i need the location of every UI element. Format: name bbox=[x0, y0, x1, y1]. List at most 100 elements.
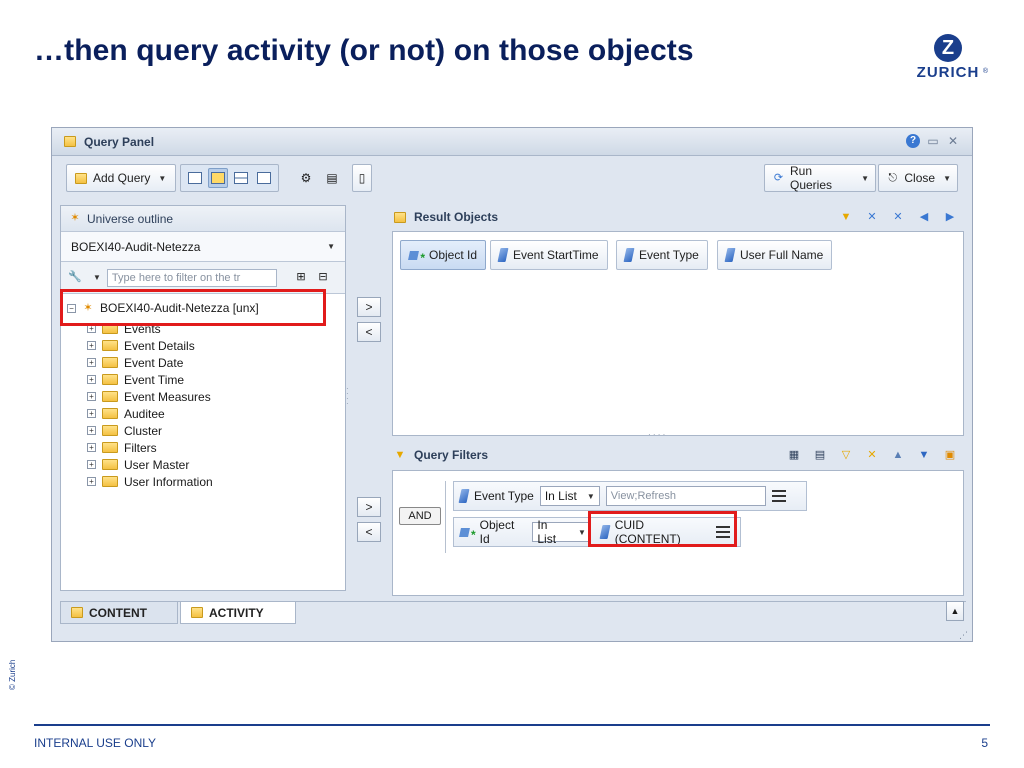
folder-icon bbox=[102, 357, 118, 368]
folder-label: User Master bbox=[124, 457, 190, 472]
universe-outline-header: ✶ Universe outline bbox=[61, 206, 345, 232]
result-object-chip[interactable]: User Full Name bbox=[717, 240, 833, 270]
tree-folder-event-details[interactable]: + Event Details bbox=[61, 337, 345, 354]
query-tab-icon bbox=[191, 607, 203, 618]
add-query-button[interactable]: Add Query ▼ bbox=[66, 164, 176, 192]
view-script-icon[interactable]: ▤ bbox=[322, 168, 342, 188]
query-filters-header: ▼ Query Filters ▦ ▤ ▽ ✕ ▲ ▼ ▣ bbox=[392, 443, 964, 467]
scroll-right-icon[interactable]: ▶ bbox=[942, 209, 958, 225]
add-result-object-button[interactable]: > bbox=[357, 297, 381, 317]
outline-filter-input[interactable]: Type here to filter on the tr bbox=[106, 268, 277, 287]
tree-folder-event-time[interactable]: + Event Time bbox=[61, 371, 345, 388]
help-icon[interactable]: ? bbox=[906, 134, 920, 148]
ranking-icon[interactable]: ▽ bbox=[838, 447, 854, 463]
move-up-icon[interactable]: ▲ bbox=[890, 447, 906, 463]
footer-rule bbox=[34, 724, 990, 726]
remove-all-icon[interactable]: ✕ bbox=[890, 209, 906, 225]
remove-result-object-button[interactable]: < bbox=[357, 322, 381, 342]
resize-grip-icon[interactable]: ⋰ bbox=[959, 631, 968, 640]
query-properties-icon[interactable]: ⚙ bbox=[296, 168, 316, 188]
outline-view-icon[interactable] bbox=[185, 168, 205, 188]
expand-icon[interactable]: + bbox=[87, 460, 96, 469]
result-objects-title: Result Objects bbox=[414, 210, 499, 224]
tree-folder-cluster[interactable]: + Cluster bbox=[61, 422, 345, 439]
expand-all-icon[interactable]: ⊞ bbox=[293, 270, 309, 286]
expand-icon[interactable]: + bbox=[87, 443, 96, 452]
folder-label: User Information bbox=[124, 474, 213, 489]
key-dimension-icon bbox=[460, 526, 476, 542]
filter-options-icon[interactable]: ▣ bbox=[942, 447, 958, 463]
query-tab-icon bbox=[71, 607, 83, 618]
add-filter-icon[interactable]: ▼ bbox=[838, 209, 854, 225]
query-panel-header: Query Panel ? ▭ ✕ bbox=[52, 128, 972, 156]
result-objects-area: Object Id Event StartTime Event Type Use… bbox=[392, 231, 964, 436]
folder-label: Event Details bbox=[124, 338, 195, 353]
add-filter-button[interactable]: > bbox=[357, 497, 381, 517]
close-icon[interactable]: ✕ bbox=[946, 134, 960, 148]
grid-view-icon[interactable] bbox=[231, 168, 251, 188]
remove-filter-icon[interactable]: ✕ bbox=[864, 447, 880, 463]
filter-view-icon[interactable] bbox=[208, 168, 228, 188]
move-down-icon[interactable]: ▼ bbox=[916, 447, 932, 463]
tab-activity[interactable]: ACTIVITY bbox=[180, 602, 296, 624]
expand-icon[interactable]: + bbox=[87, 426, 96, 435]
tree-folder-event-measures[interactable]: + Event Measures bbox=[61, 388, 345, 405]
filter-value-input[interactable]: View;Refresh bbox=[605, 486, 766, 506]
query-filters-title: Query Filters bbox=[414, 448, 489, 462]
data-preview-icon[interactable] bbox=[254, 168, 274, 188]
dimension-icon bbox=[458, 489, 470, 503]
tree-folder-user-information[interactable]: + User Information bbox=[61, 473, 345, 490]
predefined-filter-icon[interactable]: ▦ bbox=[786, 447, 802, 463]
tab-content[interactable]: CONTENT bbox=[60, 602, 178, 624]
result-object-chip[interactable]: Event Type bbox=[616, 240, 708, 270]
close-panel-icon: ⎋ bbox=[888, 171, 898, 184]
expand-icon[interactable]: + bbox=[87, 358, 96, 367]
folder-icon bbox=[102, 340, 118, 351]
filter-operator-value: In List bbox=[544, 489, 577, 503]
folder-label: Event Time bbox=[124, 372, 185, 387]
zurich-logo-text: ZURICH bbox=[916, 64, 980, 81]
maximize-icon[interactable]: ▭ bbox=[926, 134, 940, 148]
folder-icon bbox=[102, 391, 118, 402]
wrench-icon[interactable]: 🔧 bbox=[67, 270, 83, 286]
expand-icon[interactable]: + bbox=[87, 341, 96, 350]
result-object-label: Event Type bbox=[639, 248, 699, 262]
tree-folder-auditee[interactable]: + Auditee bbox=[61, 405, 345, 422]
expand-icon[interactable]: + bbox=[87, 409, 96, 418]
chevron-down-icon[interactable]: ▼ bbox=[93, 273, 101, 282]
tree-folder-event-date[interactable]: + Event Date bbox=[61, 354, 345, 371]
result-object-label: Event StartTime bbox=[513, 248, 599, 262]
collapse-all-icon[interactable]: ⊟ bbox=[315, 270, 331, 286]
run-queries-label: Run Queries bbox=[789, 164, 833, 192]
tab-label: CONTENT bbox=[89, 605, 147, 620]
expand-icon[interactable]: + bbox=[87, 375, 96, 384]
close-query-button[interactable]: ⎋ Close ▼ bbox=[878, 164, 958, 192]
expand-icon[interactable]: + bbox=[87, 477, 96, 486]
expand-icon[interactable]: + bbox=[87, 392, 96, 401]
query-panel-title: Query Panel bbox=[84, 134, 155, 149]
sql-button[interactable]: ▯ bbox=[352, 164, 372, 192]
tree-folder-filters[interactable]: + Filters bbox=[61, 439, 345, 456]
highlight-universe-root bbox=[60, 289, 326, 326]
horizontal-splitter-grip[interactable]: · · · · bbox=[648, 431, 665, 439]
chevron-down-icon: ▼ bbox=[943, 173, 951, 183]
vertical-splitter-grip[interactable]: · · · · bbox=[346, 385, 349, 408]
scroll-up-button[interactable]: ▲ bbox=[946, 601, 964, 621]
scroll-left-icon[interactable]: ◀ bbox=[916, 209, 932, 225]
universe-select[interactable]: BOEXI40-Audit-Netezza ▼ bbox=[61, 232, 345, 262]
and-operator-button[interactable]: AND bbox=[399, 507, 441, 525]
remove-object-icon[interactable]: ✕ bbox=[864, 209, 880, 225]
subquery-icon[interactable]: ▤ bbox=[812, 447, 828, 463]
filter-operator-select[interactable]: In List ▼ bbox=[532, 518, 591, 546]
filter-row-event-type[interactable]: Event Type In List ▼ View;Refresh bbox=[453, 481, 807, 511]
result-object-chip[interactable]: Event StartTime bbox=[490, 240, 608, 270]
and-group-line bbox=[445, 481, 446, 553]
tree-folder-user-master[interactable]: + User Master bbox=[61, 456, 345, 473]
filter-operator-select[interactable]: In List ▼ bbox=[539, 486, 600, 506]
remove-filter-button[interactable]: < bbox=[357, 522, 381, 542]
result-object-chip[interactable]: Object Id bbox=[400, 240, 487, 270]
list-values-icon[interactable] bbox=[771, 489, 786, 503]
filter-funnel-icon: ▼ bbox=[394, 448, 406, 461]
run-queries-button[interactable]: ⟳ Run Queries ▼ bbox=[764, 164, 876, 192]
tab-label: ACTIVITY bbox=[209, 605, 264, 620]
